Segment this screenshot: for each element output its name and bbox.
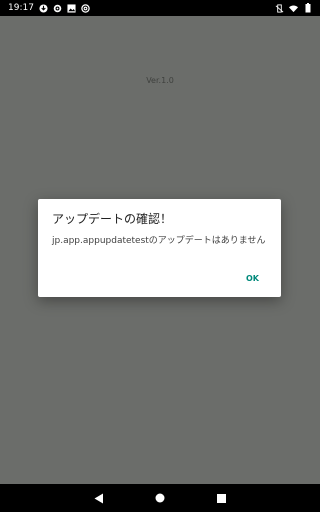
wifi-icon bbox=[289, 4, 298, 13]
status-bar: 19:17 bbox=[0, 0, 320, 16]
battery-icon bbox=[303, 3, 312, 13]
back-button[interactable] bbox=[92, 491, 106, 505]
at-icon bbox=[81, 3, 90, 13]
dialog-message: jp.app.appupdatetestのアップデートはありません bbox=[52, 236, 266, 246]
vibrate-icon bbox=[275, 3, 284, 13]
recents-button[interactable] bbox=[214, 491, 228, 505]
image-icon bbox=[67, 3, 76, 13]
download-icon bbox=[39, 3, 48, 13]
home-icon bbox=[155, 493, 165, 503]
version-label: Ver.1.0 bbox=[146, 76, 174, 85]
back-icon bbox=[94, 493, 103, 503]
ok-button[interactable]: OK bbox=[242, 272, 263, 285]
status-time: 19:17 bbox=[8, 3, 34, 13]
navigation-bar bbox=[0, 484, 320, 512]
update-dialog: アップデートの確認！ jp.app.appupdatetestのアップデートはあ… bbox=[38, 199, 281, 297]
status-right bbox=[275, 3, 312, 13]
home-button[interactable] bbox=[153, 491, 167, 505]
gear-icon bbox=[53, 4, 62, 13]
dialog-title: アップデートの確認！ bbox=[52, 212, 173, 226]
recents-icon bbox=[216, 493, 226, 503]
status-left: 19:17 bbox=[8, 3, 90, 13]
